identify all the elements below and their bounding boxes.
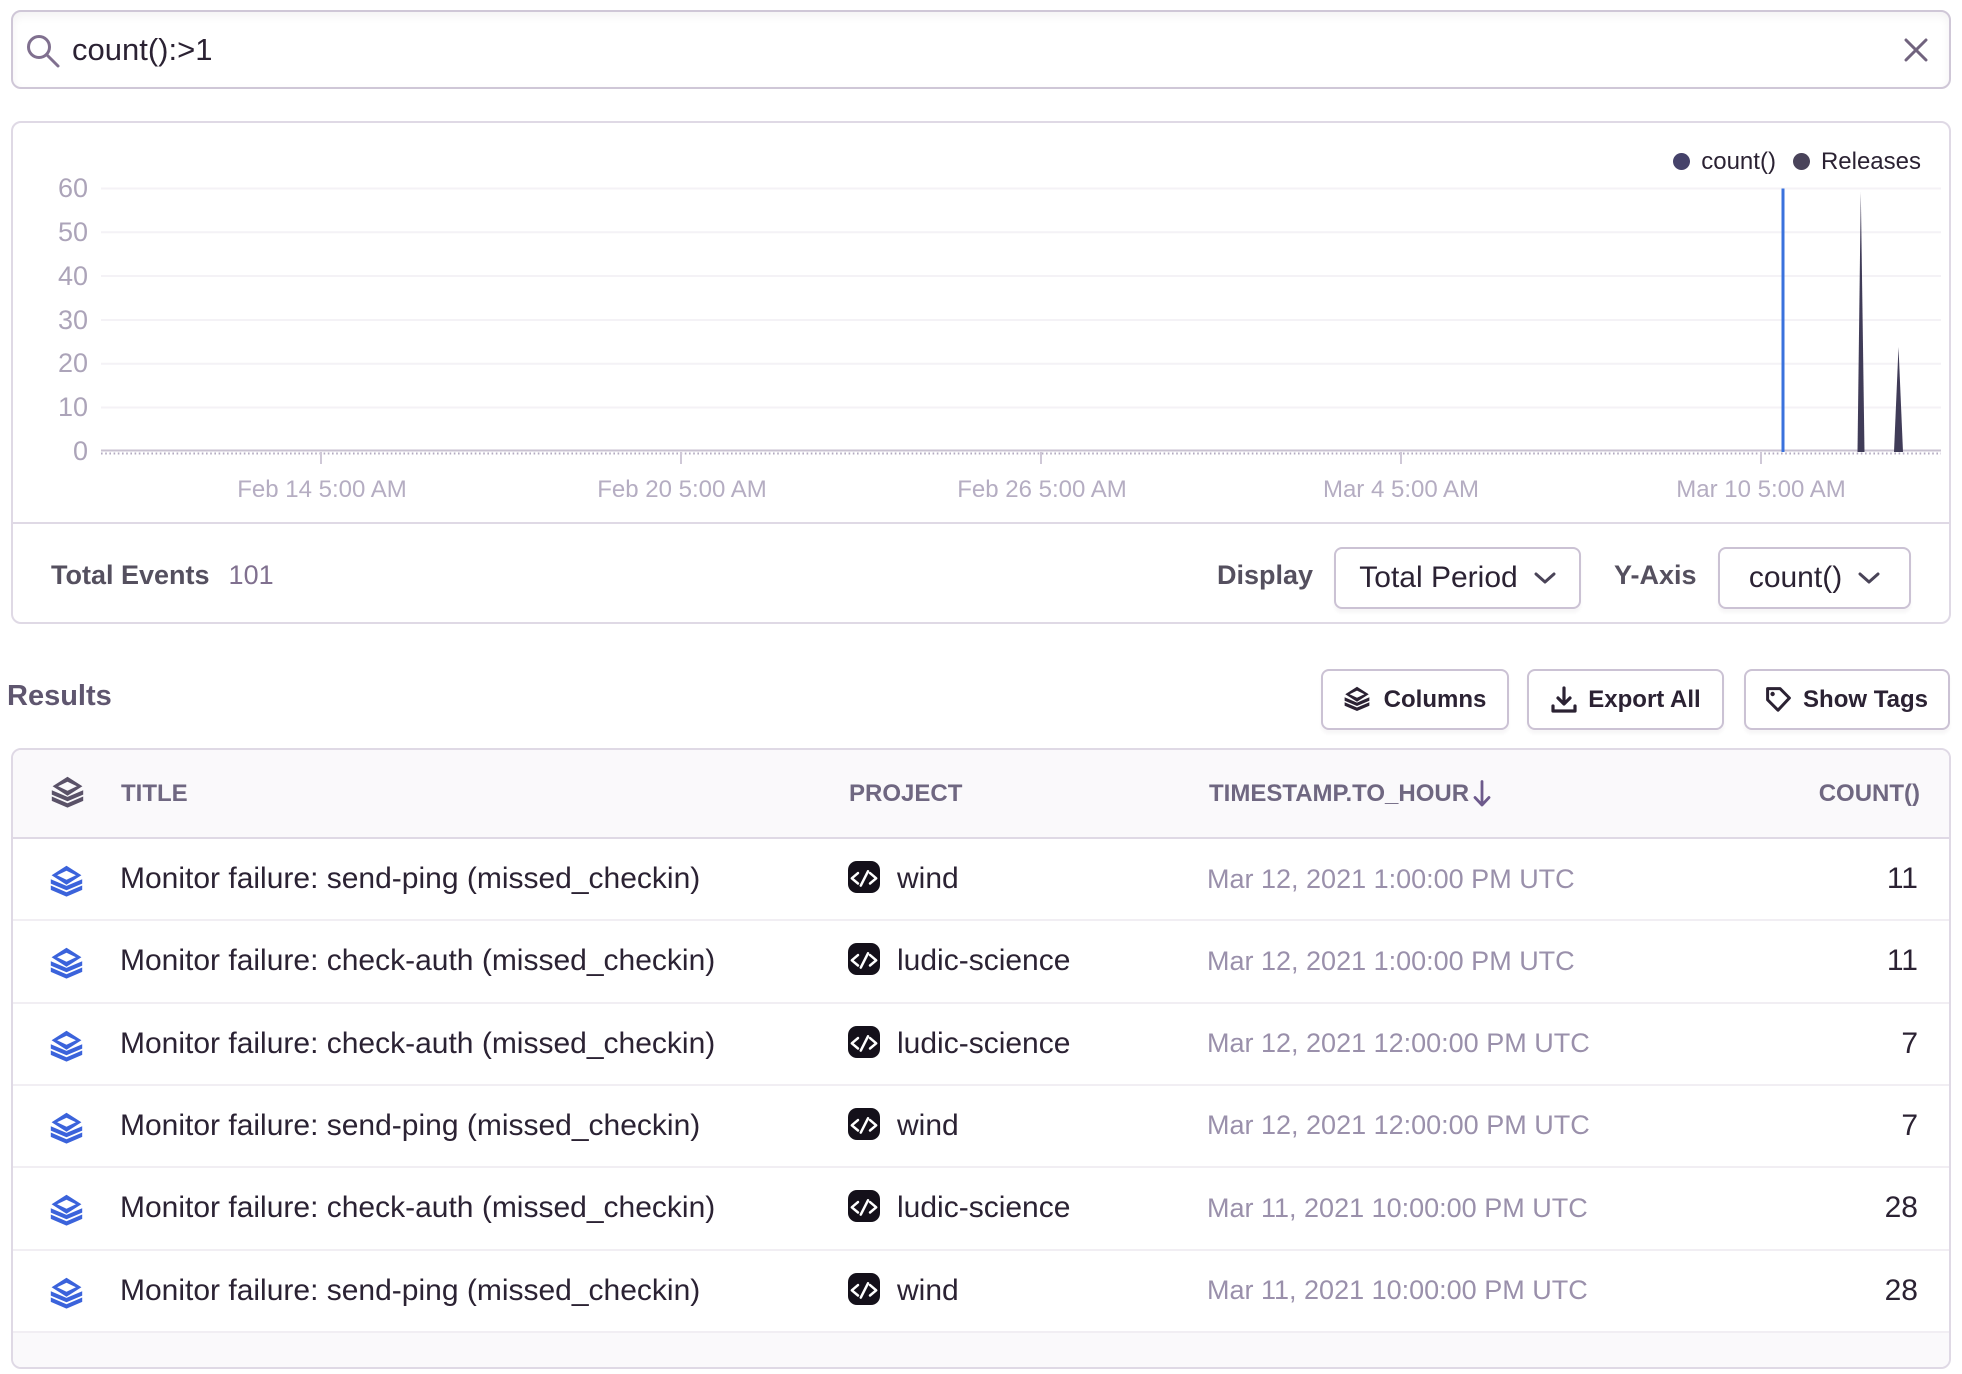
svg-text:Feb 14 5:00 AM: Feb 14 5:00 AM [237, 476, 406, 503]
svg-text:Feb 26 5:00 AM: Feb 26 5:00 AM [957, 476, 1126, 503]
svg-text:Mar 10 5:00 AM: Mar 10 5:00 AM [1676, 476, 1845, 503]
svg-text:Feb 20 5:00 AM: Feb 20 5:00 AM [597, 476, 766, 503]
svg-text:20: 20 [58, 348, 88, 378]
svg-text:Mar 4 5:00 AM: Mar 4 5:00 AM [1323, 476, 1479, 503]
svg-text:30: 30 [58, 305, 88, 335]
svg-text:50: 50 [58, 217, 88, 247]
svg-text:60: 60 [58, 173, 88, 203]
svg-text:40: 40 [58, 261, 88, 291]
svg-text:10: 10 [58, 392, 88, 422]
svg-text:0: 0 [73, 436, 88, 466]
